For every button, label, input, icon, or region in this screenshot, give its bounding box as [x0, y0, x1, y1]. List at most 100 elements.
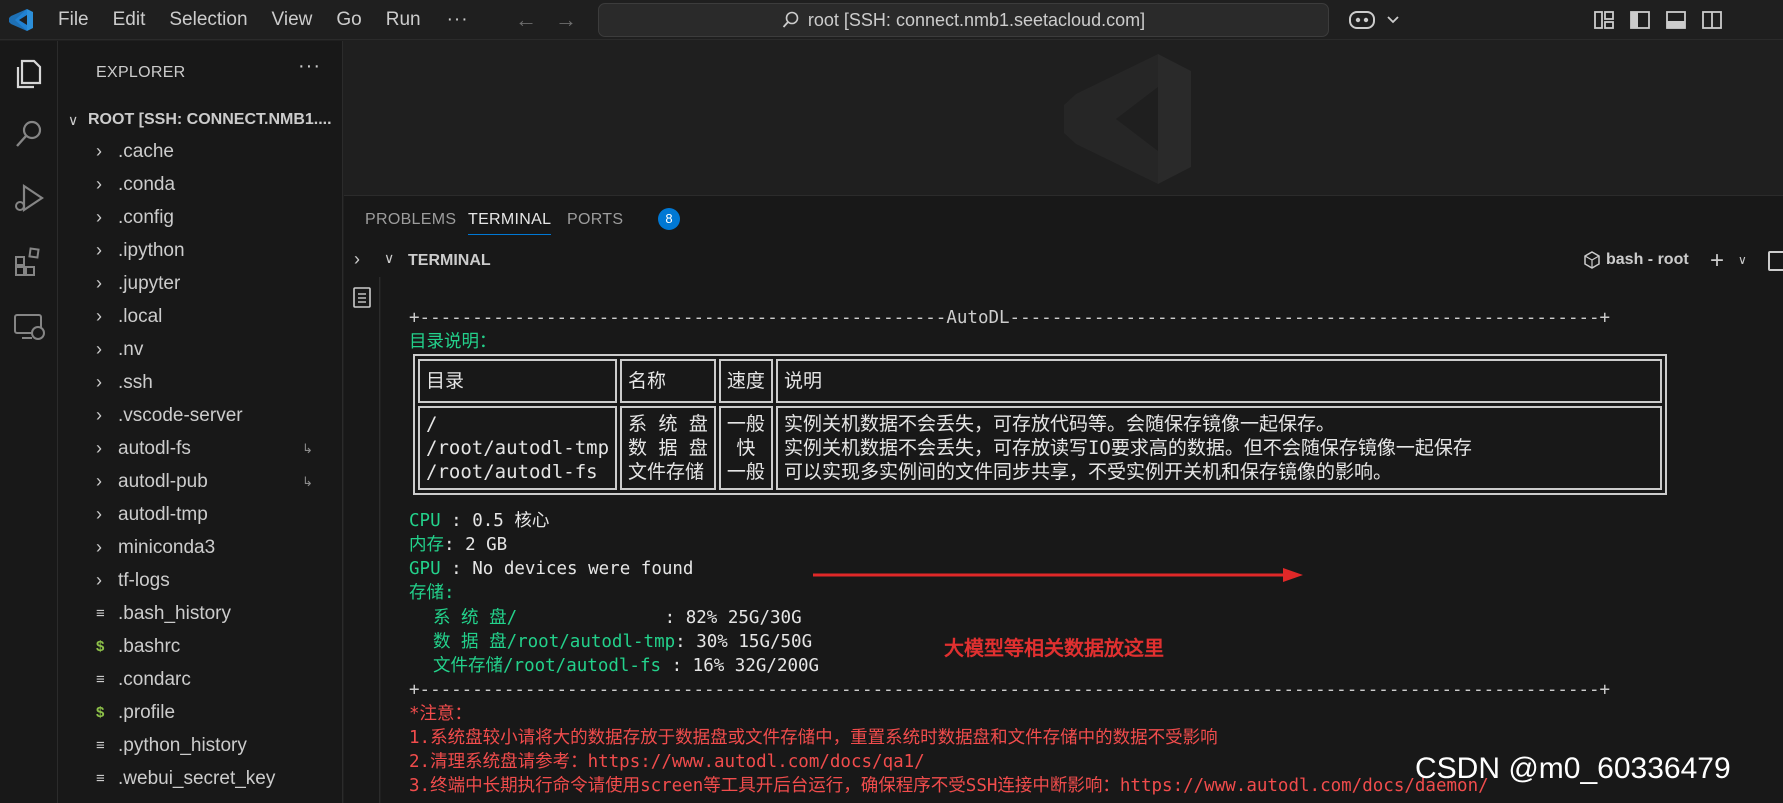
tree-item-label: .jupyter — [118, 272, 181, 294]
tree-item[interactable]: › .jupyter — [58, 267, 342, 300]
tree-item[interactable]: › .ipython — [58, 234, 342, 267]
explorer-more-icon[interactable]: ··· — [298, 55, 321, 78]
run-debug-icon[interactable] — [10, 179, 48, 217]
chevron-right-icon[interactable]: › — [354, 249, 360, 270]
tree-item[interactable]: $ .profile — [58, 696, 342, 729]
note-line: 3.终端中长期执行命令请使用screen等工具开后台运行，确保程序不受SSH连接… — [409, 776, 1489, 796]
tree-item[interactable]: ≡ .webui_secret_key — [58, 762, 342, 795]
gpu-label: GPU — [409, 559, 441, 579]
autodl-bottom-border: +---------------------------------------… — [409, 680, 1611, 700]
tab-ports[interactable]: PORTS — [567, 211, 623, 229]
split-terminal-icon[interactable] — [1768, 251, 1783, 271]
tree-item[interactable]: › .config — [58, 201, 342, 234]
tree-item[interactable]: › .cache — [58, 135, 342, 168]
menu-run[interactable]: Run — [386, 9, 421, 31]
table-header-cell: 说明 — [775, 359, 1662, 403]
chevron-right-icon: › — [96, 570, 102, 590]
menu-file[interactable]: File — [58, 9, 89, 31]
chevron-right-icon: › — [96, 306, 102, 326]
tree-item[interactable]: › miniconda3 — [58, 531, 342, 564]
tree-item-label: .ipython — [118, 239, 185, 261]
search-sidebar-icon[interactable] — [10, 115, 48, 153]
dir-desc: 实例关机数据不会丢失，可存放读写IO要求高的数据。但不会随保存镜像一起保存 — [783, 437, 1472, 459]
tree-item-label: .python_history — [118, 734, 247, 756]
copilot-icon[interactable] — [1348, 8, 1404, 32]
tree-item[interactable]: › autodl-tmp — [58, 498, 342, 531]
ports-count-badge: 8 — [658, 208, 680, 230]
new-terminal-icon[interactable]: + — [1710, 247, 1724, 275]
file-tree: › .cache › .conda › .config › .ipython › .jupyter… — [58, 135, 342, 795]
storage-path: /root/autodl-tmp — [506, 632, 676, 652]
tree-item[interactable]: › .nv — [58, 333, 342, 366]
workspace-root[interactable]: ∨ ROOT [SSH: CONNECT.NMB1.... — [68, 106, 342, 134]
tree-item-label: .local — [118, 305, 163, 327]
terminal-instance[interactable]: bash - root — [1584, 251, 1689, 269]
table-header-cell: 目录 — [418, 359, 618, 403]
storage-path: /root/autodl-fs — [503, 656, 662, 676]
storage-name: 数 据 盘 — [433, 632, 507, 652]
tree-item-label: tf-logs — [118, 569, 170, 591]
chevron-right-icon: › — [96, 273, 102, 293]
tree-item[interactable]: › .vscode-server — [58, 399, 342, 432]
dir-name: 系 统 盘 — [628, 413, 708, 435]
command-center-search[interactable]: root [SSH: connect.nmb1.seetacloud.com] — [598, 3, 1329, 37]
menu-more-icon[interactable]: ··· — [447, 9, 469, 31]
tree-item[interactable]: › .ssh — [58, 366, 342, 399]
annotation-arrow — [813, 568, 1303, 582]
extensions-icon[interactable] — [10, 243, 48, 281]
storage-value: : 16% 32G/200G — [671, 656, 820, 676]
table-header-cell: 名称 — [620, 359, 716, 403]
tree-item[interactable]: › tf-logs — [58, 564, 342, 597]
table-header-cell: 速度 — [718, 359, 773, 403]
tree-item-label: .cache — [118, 140, 174, 162]
chevron-right-icon: › — [96, 240, 102, 260]
csdn-watermark: CSDN @m0_60336479 — [1415, 752, 1731, 785]
toggle-primary-sidebar-icon[interactable] — [1629, 9, 1651, 31]
shell-file-icon: $ — [96, 638, 105, 655]
tree-item[interactable]: $ .bashrc — [58, 630, 342, 663]
chevron-right-icon: › — [96, 504, 102, 524]
dir-path: /root/autodl-fs — [426, 461, 598, 483]
tree-item[interactable]: ≡ .python_history — [58, 729, 342, 762]
terminal-output[interactable]: +---------------------------------------… — [381, 277, 1783, 803]
storage-label: 存储: — [409, 583, 455, 603]
tree-item[interactable]: › .local — [58, 300, 342, 333]
storage-value: : 82% 25G/30G — [664, 608, 802, 628]
menu-go[interactable]: Go — [336, 9, 361, 31]
menu-edit[interactable]: Edit — [113, 9, 146, 31]
explorer-header: EXPLORER — [96, 64, 186, 81]
text-file-icon: ≡ — [96, 737, 105, 754]
tree-item[interactable]: › autodl-fs ↳ — [58, 432, 342, 465]
forward-arrow-icon[interactable]: → — [554, 8, 578, 32]
nav-arrows: ← → — [514, 8, 578, 32]
storage-name: 系 统 盘 — [433, 608, 507, 628]
chevron-right-icon: › — [96, 141, 102, 161]
tab-terminal[interactable]: TERMINAL — [468, 211, 552, 235]
terminal-tabs-icon[interactable] — [352, 285, 372, 309]
vscode-logo-icon — [9, 9, 33, 31]
tree-item-label: autodl-fs — [118, 437, 191, 459]
remote-explorer-icon[interactable] — [10, 307, 48, 345]
tree-item[interactable]: › .conda — [58, 168, 342, 201]
back-arrow-icon[interactable]: ← — [514, 8, 538, 32]
tree-item[interactable]: ≡ .condarc — [58, 663, 342, 696]
menu-view[interactable]: View — [272, 9, 313, 31]
chevron-down-icon[interactable]: ∨ — [1738, 253, 1747, 267]
storage-row: 数 据 盘/root/autodl-tmp: 30% 15G/50G — [433, 631, 812, 653]
tab-problems[interactable]: PROBLEMS — [365, 211, 456, 229]
terminal-gutter — [344, 277, 380, 803]
toggle-secondary-sidebar-icon[interactable] — [1701, 9, 1723, 31]
tree-item-label: .profile — [118, 701, 176, 723]
storage-path: / — [506, 608, 518, 628]
symlink-icon: ↳ — [302, 440, 313, 456]
symlink-icon: ↳ — [302, 473, 313, 489]
explorer-files-icon[interactable] — [10, 55, 48, 93]
dir-path: / — [426, 413, 438, 435]
tree-item[interactable]: › autodl-pub ↳ — [58, 465, 342, 498]
text-file-icon: ≡ — [96, 770, 105, 787]
customize-layout-icon[interactable] — [1593, 9, 1615, 31]
tree-item[interactable]: ≡ .bash_history — [58, 597, 342, 630]
chevron-down-icon[interactable]: ∨ — [384, 250, 394, 267]
menu-selection[interactable]: Selection — [169, 9, 247, 31]
toggle-panel-icon[interactable] — [1665, 9, 1687, 31]
